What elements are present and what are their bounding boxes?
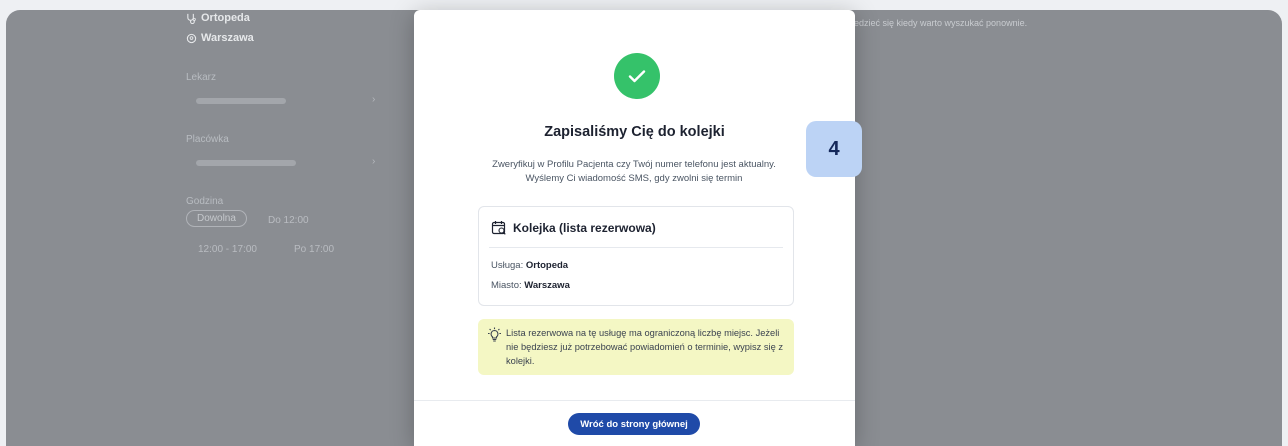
card-divider bbox=[489, 247, 783, 248]
queue-summary-card: Kolejka (lista rezerwowa) Usługa: Ortope… bbox=[478, 206, 794, 306]
modal-description: Zweryfikuj w Profilu Pacjenta czy Twój n… bbox=[492, 159, 776, 184]
city-value: Warszawa bbox=[524, 280, 570, 291]
time-option-any[interactable]: Dowolna bbox=[186, 210, 247, 227]
footer-divider bbox=[414, 400, 855, 401]
info-note-text: Lista rezerwowa na tę usługę ma ogranicz… bbox=[506, 328, 783, 366]
chevron-right-icon: › bbox=[372, 94, 376, 105]
time-option-after-17[interactable]: Po 17:00 bbox=[294, 244, 334, 255]
checkmark-icon bbox=[628, 70, 646, 83]
service-row: Usługa: Ortopeda bbox=[491, 260, 568, 271]
lightbulb-icon bbox=[488, 327, 501, 342]
facility-label: Placówka bbox=[186, 134, 229, 145]
facility-select[interactable] bbox=[196, 160, 296, 166]
doctor-select[interactable] bbox=[196, 98, 286, 104]
city-row: Miasto: Warszawa bbox=[491, 280, 570, 291]
doctor-label: Lekarz bbox=[186, 72, 217, 83]
step-number-badge: 4 bbox=[806, 121, 862, 177]
city-label: Miasto: bbox=[491, 280, 522, 291]
calendar-queue-icon bbox=[491, 221, 506, 235]
info-note: Lista rezerwowa na tę usługę ma ogranicz… bbox=[478, 319, 794, 375]
selected-service: Ortopeda bbox=[186, 12, 250, 24]
card-title: Kolejka (lista rezerwowa) bbox=[513, 221, 656, 235]
queue-confirmation-modal: Zapisaliśmy Cię do kolejki Zweryfikuj w … bbox=[414, 10, 855, 446]
city-name: Warszawa bbox=[201, 32, 254, 44]
chevron-right-icon: › bbox=[372, 156, 376, 167]
time-label: Godzina bbox=[186, 196, 224, 207]
time-option-12-17[interactable]: 12:00 - 17:00 bbox=[198, 244, 257, 255]
service-name: Ortopeda bbox=[201, 12, 250, 24]
service-value: Ortopeda bbox=[525, 260, 569, 271]
success-indicator bbox=[614, 53, 660, 99]
location-pin-icon bbox=[186, 33, 197, 43]
back-to-home-button[interactable]: Wróć do strony głównej bbox=[568, 413, 700, 435]
time-option-before-12[interactable]: Do 12:00 bbox=[268, 215, 309, 226]
background-hint-text: edzieć się kiedy warto wyszukać ponownie… bbox=[854, 18, 1028, 28]
modal-title: Zapisaliśmy Cię do kolejki bbox=[544, 124, 725, 140]
selected-city: Warszawa bbox=[186, 32, 254, 44]
card-header: Kolejka (lista rezerwowa) bbox=[491, 220, 656, 236]
stethoscope-icon bbox=[187, 13, 196, 24]
service-label: Usługa: bbox=[491, 260, 524, 271]
